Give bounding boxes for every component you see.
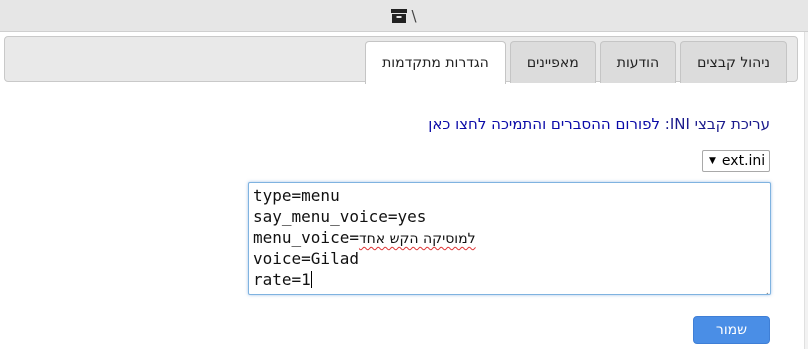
chevron-down-icon: ▼	[709, 156, 716, 166]
tab-bar: ניהול קבצים הודעות מאפיינים הגדרות מתקדמ…	[365, 41, 787, 84]
info-prefix: עריכת קבצי INI:	[664, 115, 770, 133]
ini-file-select[interactable]: ▼ ext.ini	[702, 150, 770, 172]
editor-line: voice=Gilad	[253, 249, 359, 268]
editor-line-hebrew-value: למוסיקה הקש אחד	[358, 231, 476, 247]
editor-line: menu_voice=למוסיקה הקש אחד	[253, 227, 766, 248]
editor-line: type=menu	[253, 186, 340, 205]
tab-properties[interactable]: מאפיינים	[509, 41, 596, 83]
breadcrumb: \	[391, 6, 417, 25]
page: \ ניהול קבצים הודעות מאפיינים הגדרות מתק…	[0, 0, 808, 349]
editor-line-key: menu_voice=	[253, 228, 359, 247]
selected-file: ext.ini	[721, 153, 766, 169]
tab-advanced-settings[interactable]: הגדרות מתקדמות	[365, 41, 506, 84]
tabs-panel: ניהול קבצים הודעות מאפיינים הגדרות מתקדמ…	[4, 36, 798, 84]
path-separator: \	[411, 6, 417, 25]
save-button[interactable]: שמור	[693, 316, 770, 344]
ini-edit-info: עריכת קבצי INI: לפורום ההסברים והתמיכה ל…	[428, 115, 770, 133]
archive-box-icon[interactable]	[391, 8, 408, 23]
scrollbar-track[interactable]	[804, 32, 808, 349]
text-caret	[310, 271, 312, 288]
title-bar: \	[0, 0, 808, 32]
resize-grip-icon[interactable]	[760, 284, 769, 294]
ini-editor-textarea[interactable]: type=menu say_menu_voice=yes menu_voice=…	[248, 182, 771, 295]
editor-line-text: rate=1	[253, 270, 311, 289]
tab-file-management[interactable]: ניהול קבצים	[680, 41, 787, 83]
editor-line: say_menu_voice=yes	[253, 207, 427, 226]
support-forum-link[interactable]: לפורום ההסברים והתמיכה לחצו כאן	[428, 115, 660, 133]
editor-line: rate=1	[253, 269, 766, 290]
tab-messages[interactable]: הודעות	[599, 41, 677, 83]
